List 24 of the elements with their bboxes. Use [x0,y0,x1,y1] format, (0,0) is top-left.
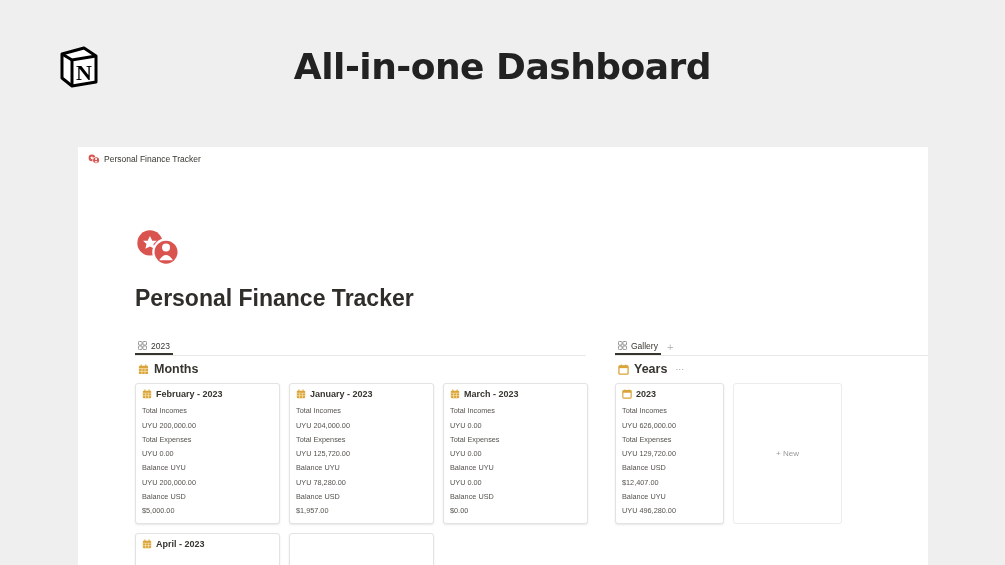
card-title: February - 2023 [156,389,223,400]
calendar-icon [142,389,152,400]
coins-icon [88,154,100,165]
notion-logo: N [58,45,100,88]
calendar-icon [296,389,306,400]
gallery-icon [138,341,147,351]
dashboard-title: All-in-one Dashboard [293,46,712,87]
section-title: Years [634,362,668,377]
calendar-icon [618,363,629,375]
card-title: April - 2023 [156,539,205,550]
gallery-icon [618,341,627,351]
page-title: Personal Finance Tracker [135,285,415,313]
card-title: January - 2023 [310,389,373,400]
view-tab[interactable]: 2023 [135,338,173,356]
calendar-icon [142,539,152,550]
view-tab[interactable]: Gallery [615,338,661,356]
section-title: Months [154,362,199,377]
calendar-icon [622,389,632,400]
card-title: 2023 [636,389,657,400]
breadcrumb-link[interactable]: Personal Finance Tracker [104,154,201,165]
calendar-icon [138,363,149,375]
gallery-card[interactable]: April - 2023 [135,533,280,565]
calendar-icon [450,389,460,400]
card-title: March - 2023 [464,389,519,400]
